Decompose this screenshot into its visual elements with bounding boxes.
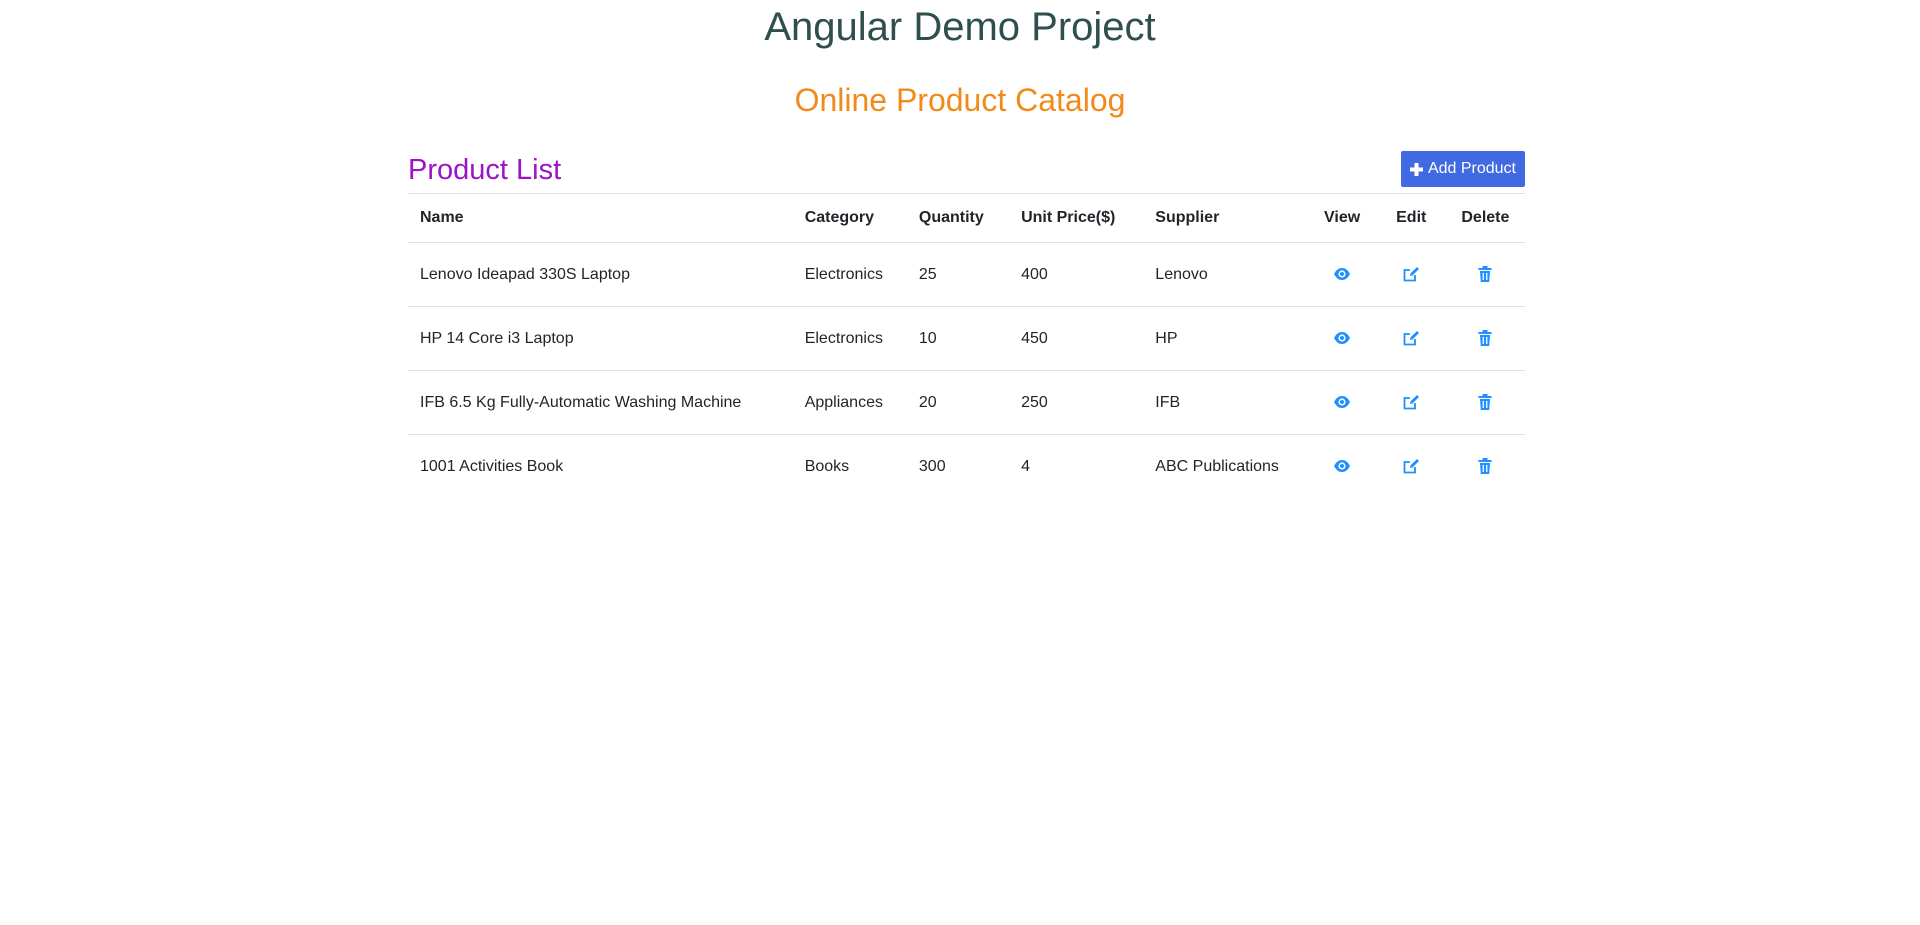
cell-edit [1376,370,1446,435]
product-list-section: Product List Add Product Name Category Q… [408,150,1525,498]
edit-icon[interactable] [1402,457,1420,475]
edit-icon[interactable] [1402,393,1420,411]
cell-quantity: 20 [906,370,1010,435]
eye-icon[interactable] [1333,329,1351,347]
cell-name: Lenovo Ideapad 330S Laptop [408,242,793,307]
trash-icon[interactable] [1476,393,1494,411]
cell-edit [1376,242,1446,307]
column-header-supplier: Supplier [1143,193,1308,243]
column-header-name: Name [408,193,793,243]
column-header-edit: Edit [1376,193,1446,243]
cell-category: Electronics [792,306,907,371]
cell-supplier: ABC Publications [1155,457,1279,475]
cell-edit [1377,435,1446,499]
eye-icon[interactable] [1333,393,1351,411]
cell-quantity: 25 [906,242,1010,307]
add-product-label: Add Product [1427,160,1516,177]
table-row: Lenovo Ideapad 330S Laptop Electronics 2… [408,242,1525,307]
cell-delete [1445,306,1525,371]
cell-delete [1445,370,1525,435]
column-header-category: Category [792,193,907,243]
app-title: Angular Demo Project [764,5,1156,49]
column-header-view: View [1307,193,1377,243]
cell-name: HP 14 Core i3 Laptop [408,306,793,371]
plus-icon [1409,162,1423,176]
eye-icon[interactable] [1333,265,1351,283]
cell-edit [1376,306,1446,371]
cell-quantity: 300 [918,457,946,475]
cell-category: Electronics [792,242,907,307]
product-table: Name Category Quantity Unit Price($) Sup… [408,193,1525,498]
catalog-title: Online Product Catalog [794,82,1126,118]
cell-view [1307,306,1377,371]
trash-icon[interactable] [1476,329,1494,347]
cell-view [1307,370,1377,435]
cell-delete [1445,242,1525,307]
cell-quantity: 10 [906,306,1010,371]
column-header-quantity: Quantity [906,193,1010,243]
edit-icon[interactable] [1402,265,1420,283]
cell-category: Appliances [792,370,907,435]
cell-unit-price: 250 [1009,370,1144,435]
trash-icon[interactable] [1476,457,1494,475]
table-row: 1001 Activities Book Books 300 4 ABC Pub… [408,435,1525,499]
cell-unit-price: 4 [1021,457,1030,475]
cell-delete [1446,435,1525,499]
cell-view [1307,242,1377,307]
cell-name: 1001 Activities Book [420,457,564,475]
add-product-button[interactable]: Add Product [1400,151,1525,187]
cell-category: Books [804,457,850,475]
column-header-delete: Delete [1445,193,1525,243]
table-row: HP 14 Core i3 Laptop Electronics 10 450 … [408,306,1525,371]
product-list-title: Product List [408,154,562,186]
cell-unit-price: 400 [1009,242,1144,307]
table-row: IFB 6.5 Kg Fully-Automatic Washing Machi… [408,370,1525,435]
cell-unit-price: 450 [1009,306,1144,371]
cell-supplier: IFB [1143,370,1308,435]
cell-supplier: HP [1143,306,1308,371]
product-list-header: Product List Add Product [408,150,1525,193]
eye-icon[interactable] [1333,457,1351,475]
cell-name: IFB 6.5 Kg Fully-Automatic Washing Machi… [408,370,793,435]
table-header-row: Name Category Quantity Unit Price($) Sup… [408,193,1525,243]
trash-icon[interactable] [1476,265,1494,283]
column-header-unit-price: Unit Price($) [1009,193,1144,243]
edit-icon[interactable] [1402,329,1420,347]
cell-view [1308,435,1377,499]
cell-supplier: Lenovo [1143,242,1308,307]
